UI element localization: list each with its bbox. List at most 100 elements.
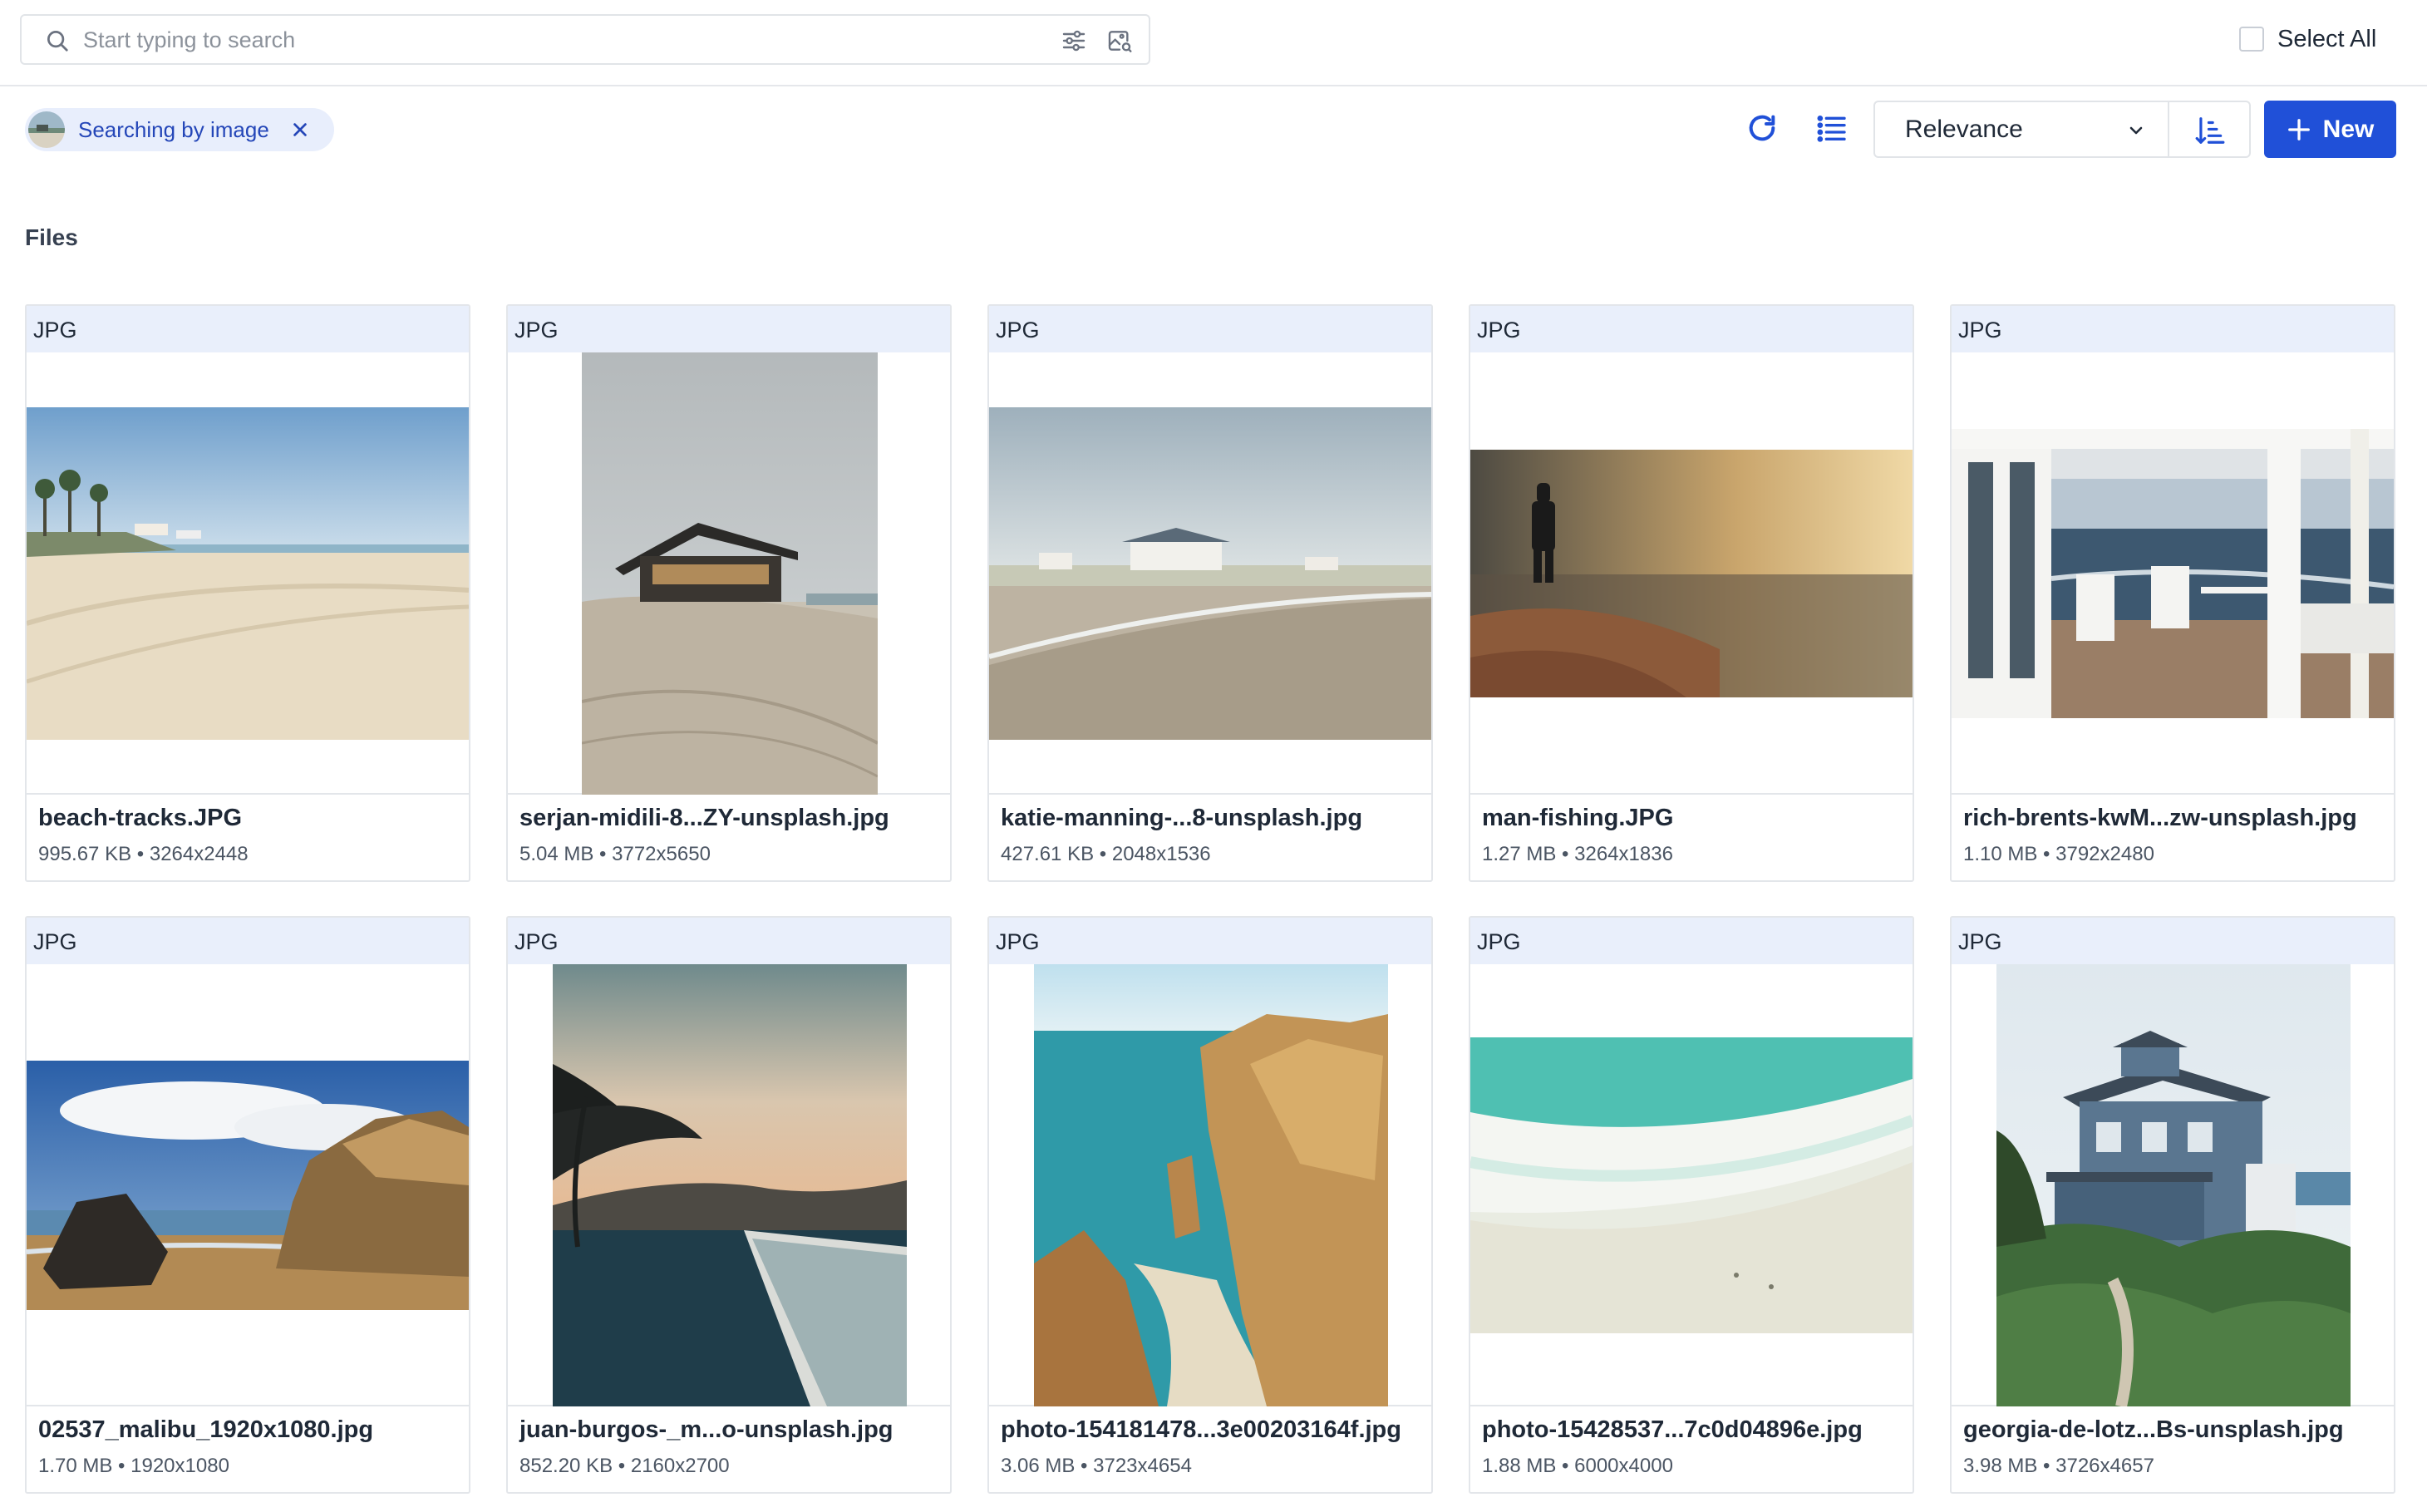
file-thumbnail <box>1470 352 1913 795</box>
file-size: 852.20 KB <box>519 1455 613 1477</box>
file-meta: 995.67 KB • 3264x2448 <box>38 843 249 865</box>
file-meta: 5.04 MB • 3772x5650 <box>519 843 711 865</box>
close-icon[interactable] <box>291 121 309 139</box>
file-card[interactable]: JPG man-fishing.JPG 1.27 MB • 3264x1836 <box>1469 304 1914 882</box>
search-input[interactable] <box>83 22 1031 57</box>
file-type-label: JPG <box>514 318 559 342</box>
sort-direction-button[interactable] <box>2168 101 2251 158</box>
sort-select[interactable]: Relevance <box>1873 101 2169 158</box>
chip-label: Searching by image <box>78 116 269 142</box>
file-meta: 1.10 MB • 3792x2480 <box>1963 843 2154 865</box>
file-dimensions: 3264x2448 <box>149 843 249 865</box>
file-card[interactable]: JPG katie-manning-...8-unsplash.jpg 427.… <box>987 304 1433 882</box>
file-type-label: JPG <box>1958 318 2002 342</box>
file-name: rich-brents-kwM...zw-unsplash.jpg <box>1963 805 2357 831</box>
file-type-label: JPG <box>996 318 1040 342</box>
file-card[interactable]: JPG rich-brents-kwM...zw-unsplash.jpg 1.… <box>1950 304 2395 882</box>
image-search-chip: Searching by image <box>25 108 334 151</box>
file-card[interactable]: JPG serjan-midili-8...ZY-unsplash.jpg 5.… <box>506 304 952 882</box>
file-size: 427.61 KB <box>1001 843 1095 865</box>
pool-sunset-image <box>553 964 907 1406</box>
file-type-bar: JPG <box>1952 918 2394 964</box>
file-dimensions: 3264x1836 <box>1574 843 1673 865</box>
file-thumbnail <box>1952 964 2394 1406</box>
section-title: Files <box>25 224 78 250</box>
beach-house-image <box>582 352 878 795</box>
file-name: photo-15428537...7c0d04896e.jpg <box>1482 1416 1863 1443</box>
file-card[interactable]: JPG photo-15428537...7c0d04896e.jpg 1.88… <box>1469 916 1914 1494</box>
file-meta: 1.88 MB • 6000x4000 <box>1482 1455 1673 1477</box>
file-type-bar: JPG <box>508 306 950 352</box>
man-fishing-image <box>1470 450 1913 697</box>
select-all-checkbox[interactable]: Select All <box>2239 22 2376 56</box>
refresh-icon[interactable] <box>1745 111 1779 145</box>
file-card[interactable]: JPG beach-tracks.JPG 995.67 KB • 3264x24… <box>25 304 470 882</box>
file-name: man-fishing.JPG <box>1482 805 1674 831</box>
beach-image <box>27 407 469 740</box>
file-meta: 3.06 MB • 3723x4654 <box>1001 1455 1192 1477</box>
search-box[interactable] <box>20 14 1150 65</box>
file-thumbnail <box>1470 964 1913 1406</box>
top-bar: Select All <box>0 0 2427 86</box>
file-type-label: JPG <box>514 929 559 954</box>
file-name: georgia-de-lotz...Bs-unsplash.jpg <box>1963 1416 2344 1443</box>
file-card[interactable]: JPG photo-154181478...3e00203164f.jpg 3.… <box>987 916 1433 1494</box>
file-name: 02537_malibu_1920x1080.jpg <box>38 1416 374 1443</box>
porch-ocean-image <box>1952 429 2394 718</box>
file-dimensions: 1920x1080 <box>130 1455 229 1477</box>
file-type-label: JPG <box>1958 929 2002 954</box>
file-thumbnail <box>1952 352 2394 795</box>
file-name: serjan-midili-8...ZY-unsplash.jpg <box>519 805 889 831</box>
file-dimensions: 6000x4000 <box>1574 1455 1673 1477</box>
file-type-bar: JPG <box>989 306 1431 352</box>
new-button[interactable]: New <box>2264 101 2396 158</box>
image-search-icon[interactable] <box>1106 27 1133 54</box>
checkbox-box[interactable] <box>2239 27 2264 52</box>
chevron-down-icon <box>2129 126 2143 135</box>
file-size: 995.67 KB <box>38 843 132 865</box>
file-size: 1.10 MB <box>1963 843 2038 865</box>
list-view-icon[interactable] <box>1815 111 1849 145</box>
file-size: 1.70 MB <box>38 1455 113 1477</box>
file-type-bar: JPG <box>27 918 469 964</box>
file-thumbnail <box>508 964 950 1406</box>
new-button-label: New <box>2322 115 2375 143</box>
file-dimensions: 2048x1536 <box>1111 843 1211 865</box>
file-size: 3.98 MB <box>1963 1455 2038 1477</box>
file-dimensions: 3772x5650 <box>612 843 711 865</box>
sort-selected-value: Relevance <box>1905 115 2023 143</box>
file-thumbnail <box>989 352 1431 795</box>
file-size: 1.88 MB <box>1482 1455 1557 1477</box>
blue-house-image <box>1996 964 2351 1406</box>
file-type-bar: JPG <box>1470 306 1913 352</box>
file-dimensions: 3792x2480 <box>2055 843 2154 865</box>
waves-aerial-image <box>1470 1037 1913 1333</box>
file-type-bar: JPG <box>1470 918 1913 964</box>
file-type-label: JPG <box>33 318 77 342</box>
cliffs-sea-image <box>1034 964 1388 1406</box>
file-size: 5.04 MB <box>519 843 594 865</box>
file-meta: 3.98 MB • 3726x4657 <box>1963 1455 2154 1477</box>
file-meta: 427.61 KB • 2048x1536 <box>1001 843 1211 865</box>
file-size: 3.06 MB <box>1001 1455 1076 1477</box>
plus-icon <box>2287 118 2310 140</box>
file-meta: 852.20 KB • 2160x2700 <box>519 1455 730 1477</box>
file-dimensions: 3726x4657 <box>2055 1455 2154 1477</box>
search-image-thumbnail <box>28 111 65 148</box>
file-dimensions: 2160x2700 <box>630 1455 730 1477</box>
file-thumbnail <box>27 352 469 795</box>
file-type-label: JPG <box>1477 318 1521 342</box>
select-all-label: Select All <box>2277 25 2377 52</box>
file-meta: 1.70 MB • 1920x1080 <box>38 1455 229 1477</box>
coastal-houses-image <box>989 407 1431 740</box>
file-thumbnail <box>508 352 950 795</box>
file-card[interactable]: JPG 02537_malibu_1920x1080.jpg 1.70 MB •… <box>25 916 470 1494</box>
file-size: 1.27 MB <box>1482 843 1557 865</box>
file-card[interactable]: JPG georgia-de-lotz...Bs-unsplash.jpg 3.… <box>1950 916 2395 1494</box>
filter-sliders-icon[interactable] <box>1061 27 1087 54</box>
file-meta: 1.27 MB • 3264x1836 <box>1482 843 1673 865</box>
file-thumbnail <box>27 964 469 1406</box>
file-dimensions: 3723x4654 <box>1093 1455 1192 1477</box>
file-name: beach-tracks.JPG <box>38 805 243 831</box>
file-card[interactable]: JPG juan-burgos-_m...o-unsplash.jpg 852.… <box>506 916 952 1494</box>
